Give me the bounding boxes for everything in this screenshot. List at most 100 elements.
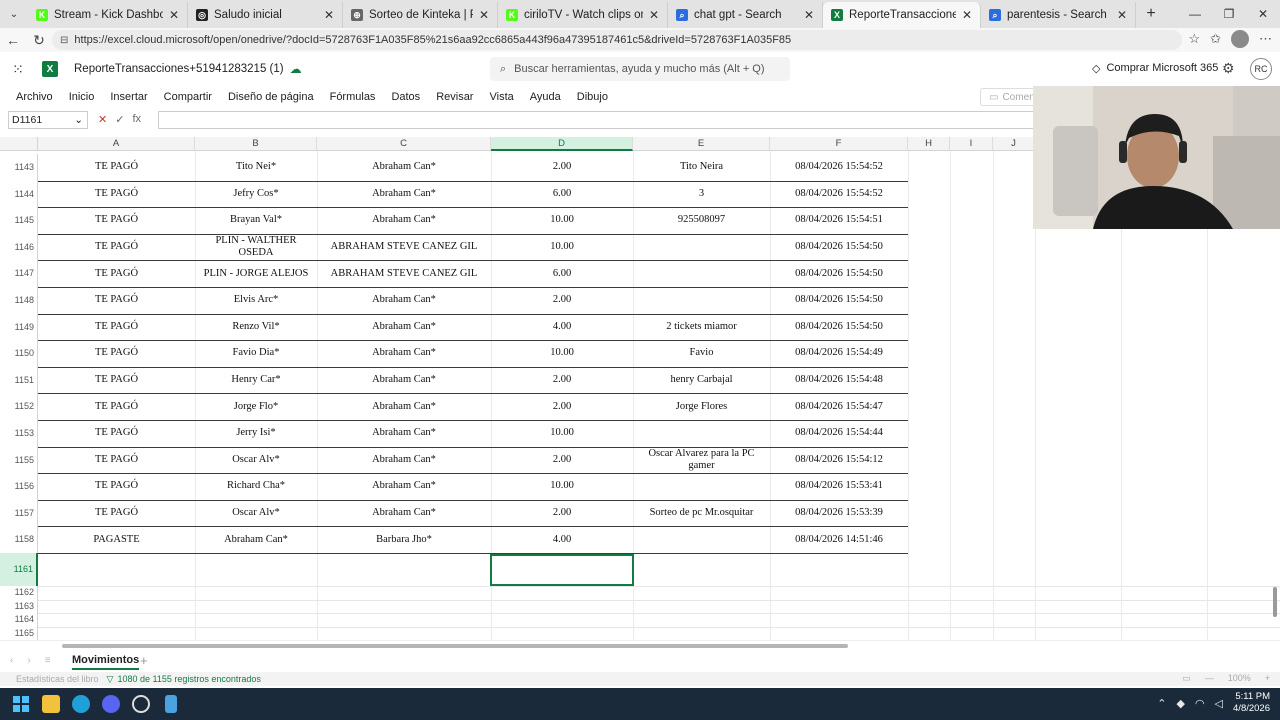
cell-c[interactable]: Abraham Can* [317,367,491,394]
close-tab-icon[interactable]: ✕ [1117,8,1127,22]
cell-f[interactable]: 08/04/2026 15:54:50 [770,314,908,341]
volume-icon[interactable]: ◁ [1215,697,1223,710]
tab-actions-menu-icon[interactable]: ⌄ [0,0,28,28]
cell-b[interactable]: Renzo Vil* [195,314,317,341]
cell-f[interactable]: 08/04/2026 15:54:50 [770,260,908,287]
cell-d[interactable]: 6.00 [491,181,633,208]
cell-e[interactable]: Tito Neira [633,154,770,181]
ribbon-tab-f-rmulas[interactable]: Fórmulas [330,91,376,103]
cell-f[interactable]: 08/04/2026 15:54:50 [770,287,908,314]
cell-e[interactable]: Jorge Flores [633,393,770,420]
cell-a[interactable]: TE PAGÓ [38,234,195,261]
cell-a[interactable]: TE PAGÓ [38,207,195,234]
cell-e[interactable] [633,260,770,287]
ribbon-tab-datos[interactable]: Datos [391,91,420,103]
cell-a[interactable]: TE PAGÓ [38,367,195,394]
back-icon[interactable]: ← [0,32,26,48]
cell-b[interactable]: Oscar Alv* [195,447,317,474]
browser-tab[interactable]: ⌕ parentesis - Search ✕ [981,2,1136,28]
close-tab-icon[interactable]: ✕ [962,8,972,22]
row-header[interactable]: 1151 [0,366,38,394]
cell-d[interactable]: 10.00 [491,473,633,500]
cell-f[interactable]: 08/04/2026 15:54:12 [770,447,908,474]
cell-f[interactable]: 08/04/2026 15:54:49 [770,340,908,367]
cell-f[interactable]: 08/04/2026 15:54:52 [770,181,908,208]
cell-c[interactable]: ABRAHAM STEVE CANEZ GIL [317,260,491,287]
ribbon-tab-dise-o-de-p-gina[interactable]: Diseño de página [228,91,314,103]
cell-f[interactable]: 08/04/2026 15:54:52 [770,154,908,181]
search-box[interactable]: ⌕ Buscar herramientas, ayuda y mucho más… [490,57,790,81]
cell-c[interactable]: Abraham Can* [317,340,491,367]
user-avatar[interactable]: RC [1250,58,1272,80]
cell-b[interactable]: Richard Cha* [195,473,317,500]
cell-c[interactable]: Abraham Can* [317,447,491,474]
cell-e[interactable] [633,420,770,447]
favorites-icon[interactable]: ✩ [1210,31,1221,47]
row-header[interactable]: 1158 [0,526,38,553]
browser-tab[interactable]: ◎ Saludo inicial ✕ [188,2,343,28]
cell-e[interactable]: 925508097 [633,207,770,234]
cell-b[interactable]: Jerry Isi* [195,420,317,447]
ribbon-tab-ayuda[interactable]: Ayuda [530,91,561,103]
next-sheet-icon[interactable]: › [27,655,30,666]
cell-a[interactable]: TE PAGÓ [38,340,195,367]
column-header[interactable]: I [950,137,993,151]
row-header[interactable]: 1150 [0,340,38,367]
cell-c[interactable]: Abraham Can* [317,314,491,341]
row-header[interactable]: 1165 [0,626,38,640]
cell-b[interactable]: PLIN - WALTHER OSEDA [195,234,317,261]
cell-f[interactable]: 08/04/2026 15:53:41 [770,473,908,500]
cell-a[interactable]: TE PAGÓ [38,473,195,500]
cell-f[interactable]: 08/04/2026 15:54:44 [770,420,908,447]
cell-b[interactable]: Elvis Arc* [195,287,317,314]
cell-c[interactable]: Abraham Can* [317,393,491,420]
cell-b[interactable]: Henry Car* [195,367,317,394]
column-header[interactable]: E [633,137,770,151]
cell-a[interactable]: TE PAGÓ [38,260,195,287]
cell-e[interactable]: 3 [633,181,770,208]
cell-f[interactable]: 08/04/2026 15:54:47 [770,393,908,420]
close-tab-icon[interactable]: ✕ [804,8,814,22]
column-header[interactable]: J [993,137,1035,151]
cell-a[interactable]: TE PAGÓ [38,287,195,314]
show-hidden-icons[interactable]: ⌃ [1157,697,1166,710]
cell-d[interactable]: 10.00 [491,234,633,261]
row-header[interactable]: 1153 [0,420,38,447]
clock[interactable]: 5:11 PM 4/8/2026 [1233,691,1270,715]
refresh-icon[interactable]: ↻ [26,32,52,49]
cell-d[interactable]: 2.00 [491,287,633,314]
document-title[interactable]: ReporteTransacciones+51941283215 (1) [74,63,284,75]
browser-tab[interactable]: K Stream - Kick Dashboard ✕ [28,2,188,28]
row-header[interactable]: 1156 [0,473,38,500]
new-tab-button[interactable]: + [1136,5,1166,23]
cell-d[interactable]: 10.00 [491,207,633,234]
select-all-corner[interactable] [0,137,38,151]
cell-e[interactable]: Sorteo de pc Mr.osquitar [633,500,770,527]
row-header[interactable]: 1157 [0,499,38,527]
row-header[interactable]: 1162 [0,586,38,600]
ribbon-tab-vista[interactable]: Vista [489,91,513,103]
cell-f[interactable]: 08/04/2026 15:54:51 [770,207,908,234]
cell-c[interactable]: Abraham Can* [317,420,491,447]
cell-a[interactable]: TE PAGÓ [38,420,195,447]
site-info-icon[interactable]: ⊟ [60,35,68,46]
cell-c[interactable]: Abraham Can* [317,287,491,314]
settings-gear-icon[interactable]: ⚙ [1222,60,1235,77]
app-launcher-icon[interactable]: ⁙ [0,61,36,78]
column-header[interactable]: F [770,137,908,151]
cell-e[interactable] [633,473,770,500]
cell-e[interactable] [633,234,770,261]
row-header[interactable]: 1144 [0,180,38,208]
close-tab-icon[interactable]: ✕ [479,8,489,22]
cell-e[interactable]: Favio [633,340,770,367]
cell-a[interactable]: PAGASTE [38,526,195,553]
cell-f[interactable]: 08/04/2026 15:54:50 [770,234,908,261]
cell-b[interactable]: Tito Nei* [195,154,317,181]
row-header[interactable]: 1164 [0,613,38,627]
column-header[interactable]: C [317,137,491,151]
restore-icon[interactable]: ❐ [1212,0,1246,28]
cell-e[interactable]: 2 tickets miamor [633,314,770,341]
row-header[interactable]: 1143 [0,154,38,181]
cell-b[interactable]: Favio Dia* [195,340,317,367]
favorite-star-icon[interactable]: ☆ [1188,31,1200,47]
